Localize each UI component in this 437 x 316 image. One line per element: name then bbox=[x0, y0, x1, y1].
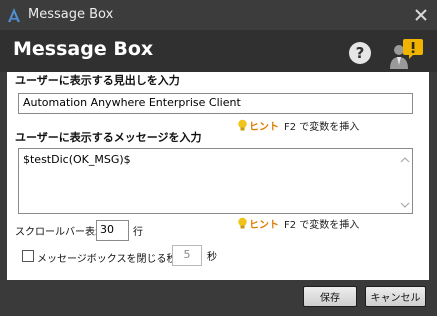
heading-input[interactable]: Automation Anywhere Enterprise Client bbox=[18, 93, 413, 114]
auto-close-unit: 秒 bbox=[207, 252, 217, 263]
window-title: Message Box bbox=[28, 7, 114, 22]
scrollbar-lines-input[interactable]: 30 bbox=[96, 220, 129, 241]
auto-close-label: メッセージボックスを閉じる秒数 bbox=[37, 254, 187, 265]
cancel-button[interactable]: キャンセル bbox=[365, 286, 426, 307]
dialog-content: ユーザーに表示する見出しを入力 Automation Anywhere Ente… bbox=[7, 72, 429, 280]
window-titlebar: Message Box bbox=[0, 0, 437, 30]
hint-1: ヒント F2 で変数を挿入 bbox=[237, 118, 359, 133]
scrollbar-label: スクロールバー表示 bbox=[15, 227, 105, 238]
auto-close-checkbox[interactable] bbox=[22, 250, 34, 262]
close-icon[interactable] bbox=[412, 6, 430, 24]
heading-field-label: ユーザーに表示する見出しを入力 bbox=[15, 74, 180, 87]
hint-1-word: ヒント bbox=[249, 122, 279, 133]
save-button[interactable]: 保存 bbox=[303, 286, 357, 307]
scrollbar-unit: 行 bbox=[133, 227, 143, 238]
message-textarea[interactable]: $testDic(OK_MSG)$ bbox=[18, 148, 413, 214]
automation-anywhere-logo-icon bbox=[8, 8, 20, 22]
lightbulb-icon bbox=[238, 119, 247, 131]
hint-2-text: F2 で変数を挿入 bbox=[284, 220, 360, 231]
svg-text:?: ? bbox=[356, 44, 365, 62]
scroll-up-icon[interactable] bbox=[400, 156, 410, 164]
lightbulb-icon bbox=[238, 217, 247, 229]
auto-close-seconds-input[interactable]: 5 bbox=[172, 245, 202, 266]
user-alert-icon bbox=[390, 39, 423, 69]
message-field-label: ユーザーに表示するメッセージを入力 bbox=[15, 131, 202, 144]
help-question-icon[interactable]: ? bbox=[348, 41, 372, 65]
dialog-heading: Message Box bbox=[13, 38, 154, 60]
message-value: $testDic(OK_MSG)$ bbox=[23, 153, 131, 166]
scroll-down-icon[interactable] bbox=[400, 201, 410, 209]
hint-1-text: F2 で変数を挿入 bbox=[284, 122, 360, 133]
hint-2-word: ヒント bbox=[249, 220, 279, 231]
hint-2: ヒント F2 で変数を挿入 bbox=[237, 216, 359, 231]
dialog-header: Message Box ? bbox=[0, 30, 437, 72]
